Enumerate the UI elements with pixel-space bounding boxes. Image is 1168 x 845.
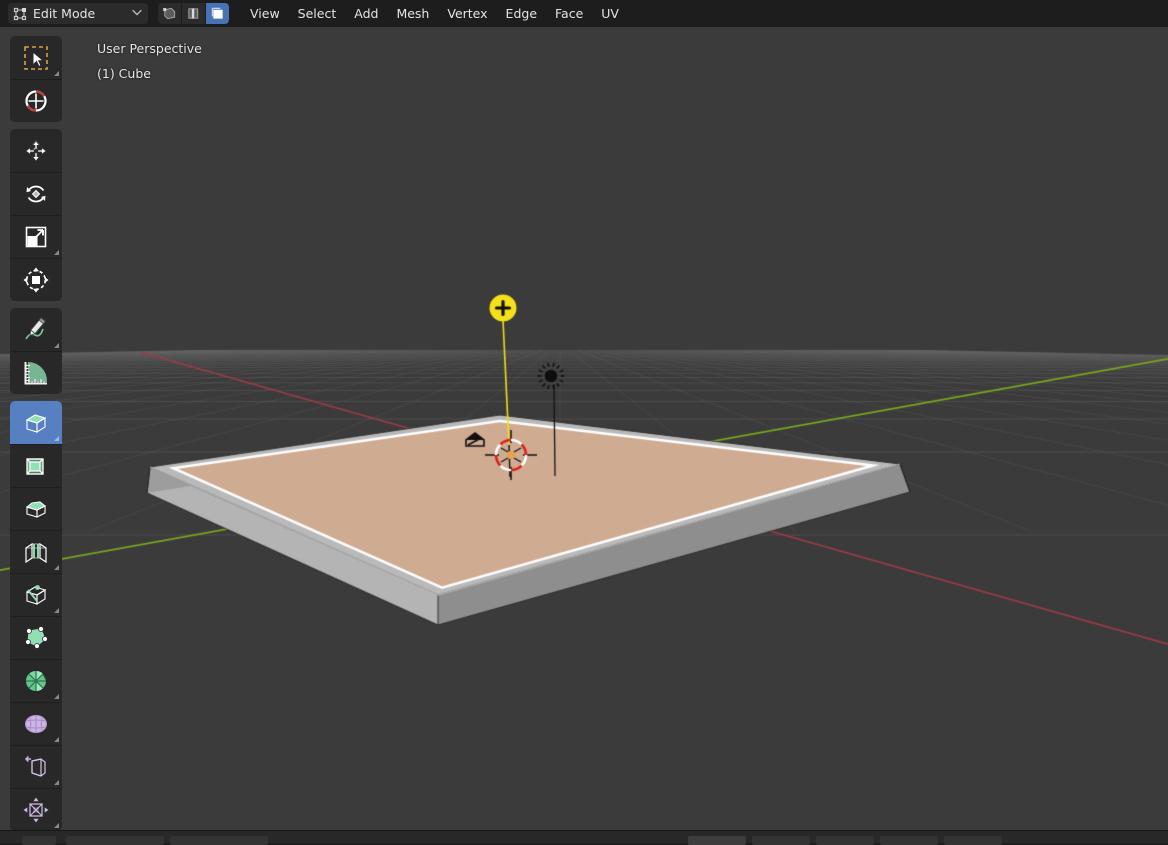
tool-group-mesh-edit bbox=[10, 401, 62, 831]
tool-expand-corner bbox=[54, 608, 59, 613]
tool-group-transform bbox=[10, 129, 62, 301]
bottom-chip[interactable] bbox=[66, 836, 164, 845]
viewport-canvas[interactable] bbox=[0, 27, 1168, 830]
knife-tool[interactable] bbox=[10, 573, 62, 616]
tool-group-annotate bbox=[10, 308, 62, 394]
edge-select-button[interactable] bbox=[182, 3, 205, 24]
mode-select-label: Edit Mode bbox=[33, 6, 96, 21]
tool-expand-corner bbox=[54, 250, 59, 255]
inset-faces-tool[interactable] bbox=[10, 444, 62, 487]
edit-mode-icon bbox=[13, 7, 27, 21]
menu-vertex[interactable]: Vertex bbox=[438, 3, 496, 24]
tool-expand-corner bbox=[54, 823, 59, 828]
viewport-header: Edit Mode View Select Add Mesh Vertex Ed… bbox=[0, 0, 1168, 27]
loop-cut-tool[interactable] bbox=[10, 530, 62, 573]
menu-add[interactable]: Add bbox=[345, 3, 387, 24]
tool-group-select bbox=[10, 36, 62, 122]
menu-face[interactable]: Face bbox=[546, 3, 592, 24]
move-tool[interactable] bbox=[10, 129, 62, 172]
menu-edge[interactable]: Edge bbox=[497, 3, 546, 24]
menu-select[interactable]: Select bbox=[289, 3, 346, 24]
bottom-chip[interactable] bbox=[170, 836, 268, 845]
measure-tool[interactable] bbox=[10, 351, 62, 394]
tool-expand-corner bbox=[54, 737, 59, 742]
bottom-editor-strip bbox=[0, 830, 1168, 845]
bottom-chip[interactable] bbox=[880, 836, 938, 845]
annotate-tool[interactable] bbox=[10, 308, 62, 351]
menu-view[interactable]: View bbox=[241, 3, 289, 24]
smooth-tool[interactable] bbox=[10, 702, 62, 745]
tweak-select-box-tool[interactable] bbox=[10, 36, 62, 79]
menu-bar: View Select Add Mesh Vertex Edge Face UV bbox=[241, 3, 628, 24]
tool-expand-corner bbox=[54, 343, 59, 348]
select-mode-group bbox=[158, 3, 229, 24]
tool-expand-corner bbox=[54, 436, 59, 441]
vertex-select-button[interactable] bbox=[158, 3, 181, 24]
cursor-tool[interactable] bbox=[10, 79, 62, 122]
rotate-tool[interactable] bbox=[10, 172, 62, 215]
bottom-chip[interactable] bbox=[944, 836, 1002, 845]
tool-shelf bbox=[10, 36, 62, 838]
mode-select-dropdown[interactable]: Edit Mode bbox=[8, 3, 148, 24]
3d-viewport[interactable]: User Perspective (1) Cube bbox=[0, 27, 1168, 830]
bottom-chip[interactable] bbox=[688, 836, 746, 845]
rip-region-tool[interactable] bbox=[10, 788, 62, 831]
face-select-button[interactable] bbox=[206, 3, 229, 24]
bottom-chip[interactable] bbox=[22, 836, 56, 845]
tool-expand-corner bbox=[54, 780, 59, 785]
poly-build-tool[interactable] bbox=[10, 616, 62, 659]
tool-expand-corner bbox=[54, 71, 59, 76]
chevron-down-icon bbox=[132, 9, 142, 19]
bottom-chip[interactable] bbox=[816, 836, 874, 845]
transform-tool[interactable] bbox=[10, 258, 62, 301]
spin-tool[interactable] bbox=[10, 659, 62, 702]
shear-tool[interactable] bbox=[10, 745, 62, 788]
tool-expand-corner bbox=[54, 694, 59, 699]
menu-mesh[interactable]: Mesh bbox=[387, 3, 438, 24]
bevel-tool[interactable] bbox=[10, 487, 62, 530]
menu-uv[interactable]: UV bbox=[592, 3, 628, 24]
tool-expand-corner bbox=[54, 565, 59, 570]
scale-tool[interactable] bbox=[10, 215, 62, 258]
bottom-chip[interactable] bbox=[752, 836, 810, 845]
extrude-region-tool[interactable] bbox=[10, 401, 62, 444]
